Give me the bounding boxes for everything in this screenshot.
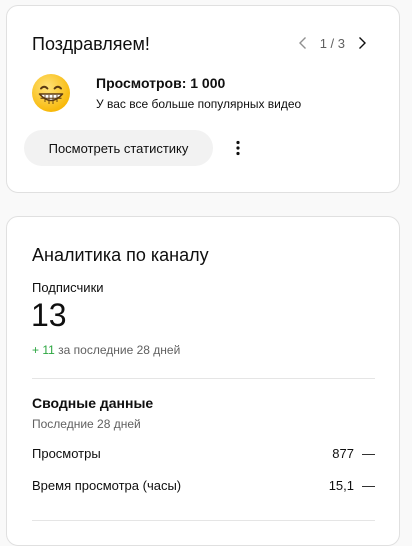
divider	[32, 520, 375, 521]
metric-row-watch-time: Время просмотра (часы) 15,1 —	[32, 478, 377, 496]
metric-label: Просмотры	[32, 446, 101, 461]
milestone-subtitle: У вас все больше популярных видео	[96, 97, 302, 111]
divider	[32, 378, 375, 379]
chevron-left-icon[interactable]	[292, 32, 314, 54]
congrats-title: Поздравляем!	[32, 34, 150, 54]
summary-period: Последние 28 дней	[32, 417, 141, 431]
metric-value: 15,1	[328, 478, 354, 493]
subscribers-label: Подписчики	[32, 280, 104, 295]
metric-row-views: Просмотры 877 —	[32, 446, 377, 464]
metric-trend: —	[362, 478, 375, 493]
subscribers-delta: + 11	[32, 343, 55, 357]
pager-count: 1 / 3	[319, 35, 345, 51]
more-vert-icon[interactable]	[226, 136, 250, 160]
metric-label: Время просмотра (часы)	[32, 478, 182, 493]
congrats-card: Поздравляем! 1 / 3 Просмотров: 1 000 У в…	[6, 5, 400, 193]
channel-analytics-card: Аналитика по каналу Подписчики 13 + 11 з…	[6, 216, 400, 546]
view-stats-button[interactable]: Посмотреть статистику	[24, 130, 213, 166]
analytics-title: Аналитика по каналу	[32, 245, 209, 265]
metric-trend: —	[362, 446, 375, 461]
chevron-right-icon[interactable]	[351, 32, 373, 54]
grinning-face-icon	[31, 73, 71, 113]
milestone-title: Просмотров: 1 000	[96, 75, 226, 91]
subscribers-change: + 11 за последние 28 дней	[32, 343, 180, 357]
metric-value: 877	[332, 446, 354, 461]
subscribers-period: за последние 28 дней	[58, 343, 181, 357]
summary-title: Сводные данные	[32, 395, 154, 411]
pager: 1 / 3	[292, 32, 373, 54]
subscribers-count: 13	[31, 297, 67, 333]
